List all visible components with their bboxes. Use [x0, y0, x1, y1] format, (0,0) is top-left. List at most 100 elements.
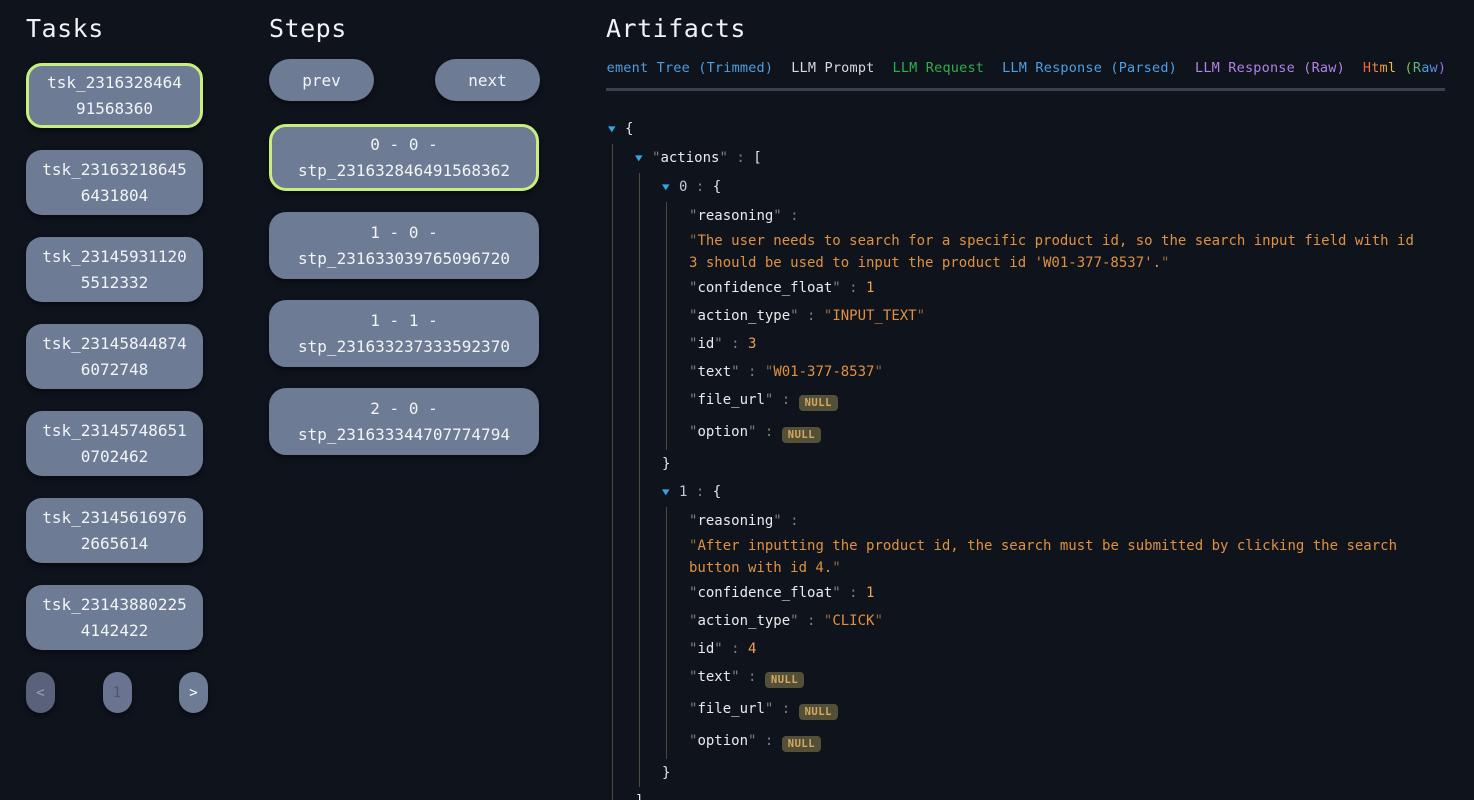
task-button[interactable]: tsk_231456169762665614	[26, 498, 203, 563]
step-button[interactable]: 1 - 1 - stp_231633237333592370	[269, 300, 539, 367]
json-key-quote: "	[790, 308, 798, 324]
json-number-value: 1	[866, 585, 874, 601]
expand-arrow-icon[interactable]: ▼	[608, 123, 629, 137]
indent-guide	[662, 274, 689, 302]
json-row-content: ▼0 : {	[662, 173, 721, 202]
indent-guide	[662, 607, 689, 635]
json-string-quote: "	[874, 364, 882, 380]
json-bracket: }	[662, 456, 670, 472]
tasks-prev-page-button[interactable]: <	[26, 672, 55, 713]
indent-guide	[662, 252, 689, 274]
tab-html-raw[interactable]: Html (Raw)	[1363, 60, 1445, 76]
step-id-label: 0 - 0 - stp_231632846491568362	[292, 132, 516, 184]
json-row-content: "confidence_float" : 1	[689, 274, 874, 302]
indent-guide	[662, 386, 689, 418]
json-row-content: "The user needs to search for a specific…	[689, 230, 1414, 252]
json-key: text	[697, 669, 731, 685]
json-string-value: 3 should be used to input the product id…	[689, 255, 1161, 271]
expand-arrow-icon[interactable]: ▼	[662, 181, 683, 195]
task-button[interactable]: tsk_231459311205512332	[26, 237, 203, 302]
json-row-content: button with id 4."	[689, 557, 841, 579]
tab-llm-prompt[interactable]: LLM Prompt	[791, 60, 874, 76]
json-key: file_url	[697, 701, 764, 717]
json-tree-viewer: ▼{▼"actions" : [▼0 : {"reasoning" :"The …	[606, 115, 1445, 800]
json-tree-row: "After inputting the product id, the sea…	[608, 535, 1445, 557]
steps-next-button[interactable]: next	[435, 59, 540, 101]
task-id-label: tsk_231459311205512332	[40, 244, 189, 296]
indent-guide	[662, 727, 689, 759]
tasks-next-page-button[interactable]: >	[179, 672, 208, 713]
json-number-value: 3	[748, 336, 756, 352]
indent-guide	[662, 579, 689, 607]
indent-guide	[608, 579, 635, 607]
json-string-value: INPUT_TEXT	[832, 308, 916, 324]
task-button[interactable]: tsk_231457486510702462	[26, 411, 203, 476]
json-row-content: "reasoning" :	[689, 507, 799, 535]
indent-guide	[635, 507, 662, 535]
json-colon: :	[782, 513, 799, 529]
indent-guide	[608, 695, 635, 727]
tab-llm-response-parsed[interactable]: LLM Response (Parsed)	[1002, 60, 1177, 76]
tab-element-tree-trimmed[interactable]: Element Tree (Trimmed)	[606, 60, 773, 76]
indent-guide	[662, 330, 689, 358]
json-row-content: "file_url" : NULL	[689, 386, 838, 418]
json-tree-row: }	[608, 450, 1445, 478]
task-button[interactable]: tsk_231458448746072748	[26, 324, 203, 389]
artifacts-tabs: Element Tree (Trimmed) LLM Prompt LLM Requ…	[606, 56, 1445, 88]
json-row-content: "reasoning" :	[689, 202, 799, 230]
json-key: file_url	[697, 392, 764, 408]
json-tree-row: "file_url" : NULL	[608, 386, 1445, 418]
json-colon: :	[723, 336, 748, 352]
json-colon: :	[773, 701, 798, 717]
json-key-quote: "	[719, 150, 727, 166]
json-row-content: "file_url" : NULL	[689, 695, 838, 727]
indent-guide	[635, 230, 662, 252]
json-tree-row: ▼"actions" : [	[608, 144, 1445, 173]
indent-guide	[662, 557, 689, 579]
json-string-value: The user needs to search for a specific …	[697, 233, 1413, 249]
json-key: action_type	[697, 308, 790, 324]
indent-guide	[608, 330, 635, 358]
json-row-content: "id" : 4	[689, 635, 756, 663]
artifacts-tab-bar[interactable]: Element Tree (Trimmed) LLM Prompt LLM Requ…	[606, 56, 1445, 91]
json-key-quote: "	[790, 613, 798, 629]
expand-arrow-icon[interactable]: ▼	[662, 486, 683, 500]
indent-guide	[635, 450, 662, 478]
json-null-badge: NULL	[799, 395, 838, 411]
task-button[interactable]: tsk_231438802254142422	[26, 585, 203, 650]
json-key: confidence_float	[697, 280, 832, 296]
task-button[interactable]: tsk_231632186456431804	[26, 150, 203, 215]
json-row-content: "action_type" : "INPUT_TEXT"	[689, 302, 925, 330]
json-key-quote: "	[832, 280, 840, 296]
indent-guide	[635, 695, 662, 727]
indent-guide	[635, 202, 662, 230]
json-bracket: {	[713, 484, 721, 500]
json-tree-row: "id" : 4	[608, 635, 1445, 663]
json-key-quote: "	[773, 208, 781, 224]
json-colon: :	[756, 733, 781, 749]
indent-guide	[608, 535, 635, 557]
indent-guide	[608, 607, 635, 635]
expand-arrow-icon[interactable]: ▼	[635, 152, 656, 166]
indent-guide	[662, 230, 689, 252]
tab-llm-response-raw[interactable]: LLM Response (Raw)	[1195, 60, 1345, 76]
json-string-quote: "	[1161, 255, 1169, 271]
task-button[interactable]: tsk_231632846491568360	[26, 63, 203, 128]
indent-guide	[635, 727, 662, 759]
steps-prev-button[interactable]: prev	[269, 59, 374, 101]
artifacts-panel: Artifacts Element Tree (Trimmed) LLM Prom…	[606, 0, 1445, 800]
indent-guide	[608, 144, 635, 173]
json-colon: :	[782, 208, 799, 224]
step-button[interactable]: 2 - 0 - stp_231633344707774794	[269, 388, 539, 455]
json-tree-row: "reasoning" :	[608, 202, 1445, 230]
json-row-content: }	[662, 759, 670, 787]
tasks-page-number-button[interactable]: 1	[103, 672, 132, 713]
step-button[interactable]: 1 - 0 - stp_231633039765096720	[269, 212, 539, 279]
tab-llm-request[interactable]: LLM Request	[893, 60, 985, 76]
artifacts-title: Artifacts	[606, 12, 1445, 45]
json-key: text	[697, 364, 731, 380]
json-key: confidence_float	[697, 585, 832, 601]
step-button[interactable]: 0 - 0 - stp_231632846491568362	[269, 124, 539, 191]
task-id-label: tsk_231457486510702462	[40, 418, 189, 470]
json-tree-row: 3 should be used to input the product id…	[608, 252, 1445, 274]
